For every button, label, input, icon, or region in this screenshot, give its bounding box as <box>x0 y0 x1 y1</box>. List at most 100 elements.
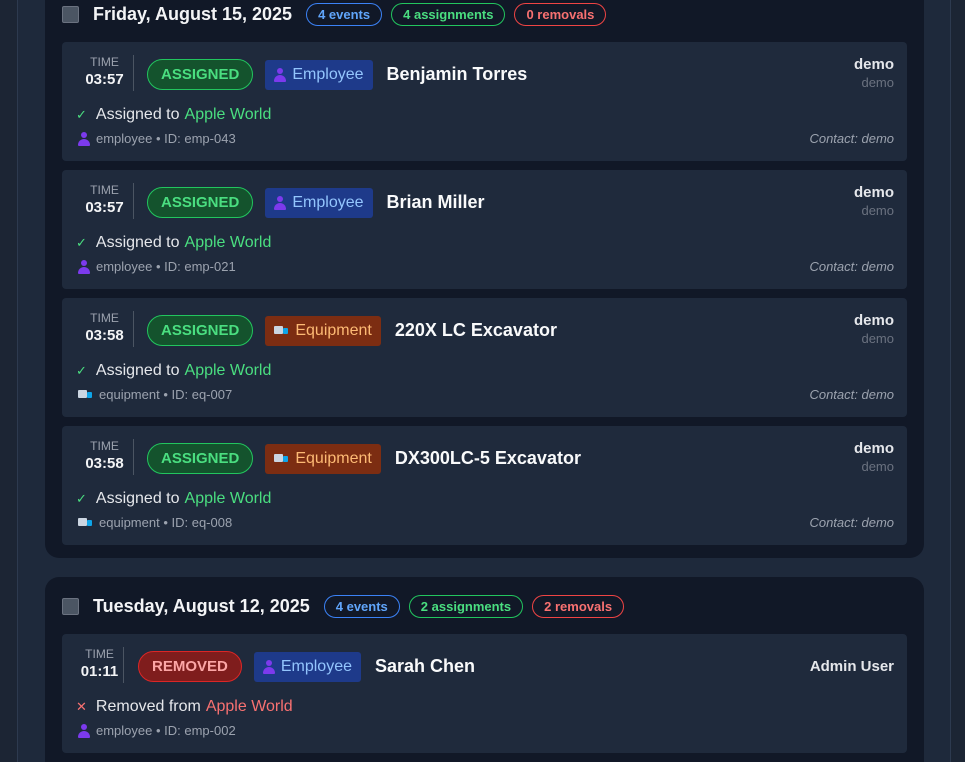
action-text: Assigned to <box>95 490 180 507</box>
actor-name: Admin User <box>809 658 894 675</box>
meta-text: employee • ID: emp-021 <box>96 259 236 274</box>
type-label: Employee <box>280 657 352 675</box>
event-card[interactable]: TIME 03:58 ASSIGNED Equipment 220X LC Ex… <box>62 298 907 417</box>
type-badge: Equipment <box>265 315 381 346</box>
person-icon <box>78 723 90 738</box>
type-label: Equipment <box>295 321 372 339</box>
time-label: TIME <box>90 183 119 197</box>
person-icon <box>274 195 287 210</box>
day-title: Friday, August 15, 2025 <box>93 3 293 24</box>
status-badge: REMOVED <box>138 651 242 682</box>
person-icon <box>262 659 275 674</box>
day-header: Tuesday, August 12, 2025 4 events 2 assi… <box>62 577 907 635</box>
card-header: REMOVED Employee Sarah Chen <box>138 651 475 682</box>
day-title: Tuesday, August 12, 2025 <box>93 595 310 616</box>
status-badge: ASSIGNED <box>147 315 254 346</box>
meta-line: equipment • ID: eq-008 <box>78 515 232 530</box>
time-label: TIME <box>90 55 119 69</box>
time-value: 03:58 <box>85 455 124 472</box>
meta-line: employee • ID: emp-021 <box>78 259 236 274</box>
meta-line: employee • ID: emp-043 <box>78 131 236 146</box>
time-value: 03:58 <box>85 327 124 344</box>
actor-name: demo <box>853 312 894 329</box>
meta-text: equipment • ID: eq-007 <box>99 387 233 402</box>
time-block: TIME 03:57 <box>76 55 134 91</box>
x-icon: ✕ <box>76 699 87 714</box>
status-badge: ASSIGNED <box>147 443 254 474</box>
action-line: ✓ Assigned to Apple World <box>76 362 271 380</box>
meta-text: equipment • ID: eq-008 <box>99 515 233 530</box>
event-card[interactable]: TIME 03:57 ASSIGNED Employee Benjamin To… <box>62 42 907 161</box>
time-block: TIME 03:58 <box>76 311 134 347</box>
action-text: Removed from <box>95 698 201 715</box>
removals-count-badge: 2 removals <box>532 594 625 618</box>
time-label: TIME <box>90 439 119 453</box>
target-link[interactable]: Apple World <box>185 490 272 508</box>
events-count-badge: 4 events <box>306 2 383 26</box>
action-text: Assigned to <box>95 362 180 379</box>
time-block: TIME 03:57 <box>76 183 134 219</box>
type-badge: Employee <box>253 651 361 682</box>
target-link[interactable]: Apple World <box>185 362 272 380</box>
action-line: ✓ Assigned to Apple World <box>76 234 271 252</box>
assignments-count-badge: 2 assignments <box>408 594 524 618</box>
action-text: Assigned to <box>95 234 180 251</box>
person-icon <box>78 259 90 274</box>
resource-name: DX300LC-5 Excavator <box>394 448 581 468</box>
card-header: ASSIGNED Employee Brian Miller <box>147 187 485 218</box>
event-card[interactable]: TIME 03:58 ASSIGNED Equipment DX300LC-5 … <box>62 426 907 545</box>
meta-text: employee • ID: emp-002 <box>96 723 236 738</box>
actor: Admin User <box>810 658 894 675</box>
type-badge: Employee <box>265 59 373 90</box>
event-card[interactable]: TIME 01:11 REMOVED Employee Sarah Chen A… <box>62 634 907 753</box>
actor: demo demo <box>854 56 894 90</box>
resource-name: Benjamin Torres <box>386 64 528 84</box>
event-card[interactable]: TIME 03:57 ASSIGNED Employee Brian Mille… <box>62 170 907 289</box>
time-value: 01:11 <box>80 663 119 680</box>
day-group: Tuesday, August 12, 2025 4 events 2 assi… <box>45 577 924 762</box>
day-select-checkbox[interactable] <box>62 597 79 615</box>
meta-line: employee • ID: emp-002 <box>78 723 236 738</box>
contact-text: Contact: demo <box>809 259 894 274</box>
action-line: ✓ Assigned to Apple World <box>76 490 271 508</box>
time-block: TIME 03:58 <box>76 439 134 475</box>
actor-name: demo <box>853 440 894 457</box>
target-link[interactable]: Apple World <box>206 698 293 716</box>
target-link[interactable]: Apple World <box>185 234 272 252</box>
assignments-count-badge: 4 assignments <box>391 2 506 26</box>
action-line: ✓ Assigned to Apple World <box>76 106 271 124</box>
actor: demo demo <box>854 440 894 474</box>
target-link[interactable]: Apple World <box>185 106 272 124</box>
type-badge: Employee <box>265 187 373 218</box>
actor-subtitle: demo <box>861 331 894 346</box>
actor-subtitle: demo <box>861 203 894 218</box>
action-line: ✕ Removed from Apple World <box>76 698 293 716</box>
person-icon <box>274 67 287 82</box>
check-icon: ✓ <box>76 491 87 506</box>
actor: demo demo <box>854 312 894 346</box>
time-value: 03:57 <box>85 71 124 88</box>
time-label: TIME <box>85 647 114 661</box>
resource-name: 220X LC Excavator <box>394 320 557 340</box>
card-header: ASSIGNED Employee Benjamin Torres <box>147 59 527 90</box>
type-label: Employee <box>292 193 364 211</box>
type-label: Employee <box>292 65 364 83</box>
contact-text: Contact: demo <box>809 387 894 402</box>
actor-subtitle: demo <box>861 75 894 90</box>
actor: demo demo <box>854 184 894 218</box>
check-icon: ✓ <box>76 235 87 250</box>
day-group: Friday, August 15, 2025 4 events 4 assig… <box>45 0 924 558</box>
actor-name: demo <box>853 184 894 201</box>
meta-line: equipment • ID: eq-007 <box>78 387 232 402</box>
truck-icon <box>274 325 289 337</box>
card-header: ASSIGNED Equipment 220X LC Excavator <box>147 315 557 346</box>
status-badge: ASSIGNED <box>147 187 254 218</box>
contact-text: Contact: demo <box>809 131 894 146</box>
removals-count-badge: 0 removals <box>514 2 607 26</box>
actor-name: demo <box>853 56 894 73</box>
truck-icon <box>78 517 93 529</box>
check-icon: ✓ <box>76 107 87 122</box>
day-select-checkbox[interactable] <box>62 5 79 23</box>
person-icon <box>78 131 90 146</box>
check-icon: ✓ <box>76 363 87 378</box>
